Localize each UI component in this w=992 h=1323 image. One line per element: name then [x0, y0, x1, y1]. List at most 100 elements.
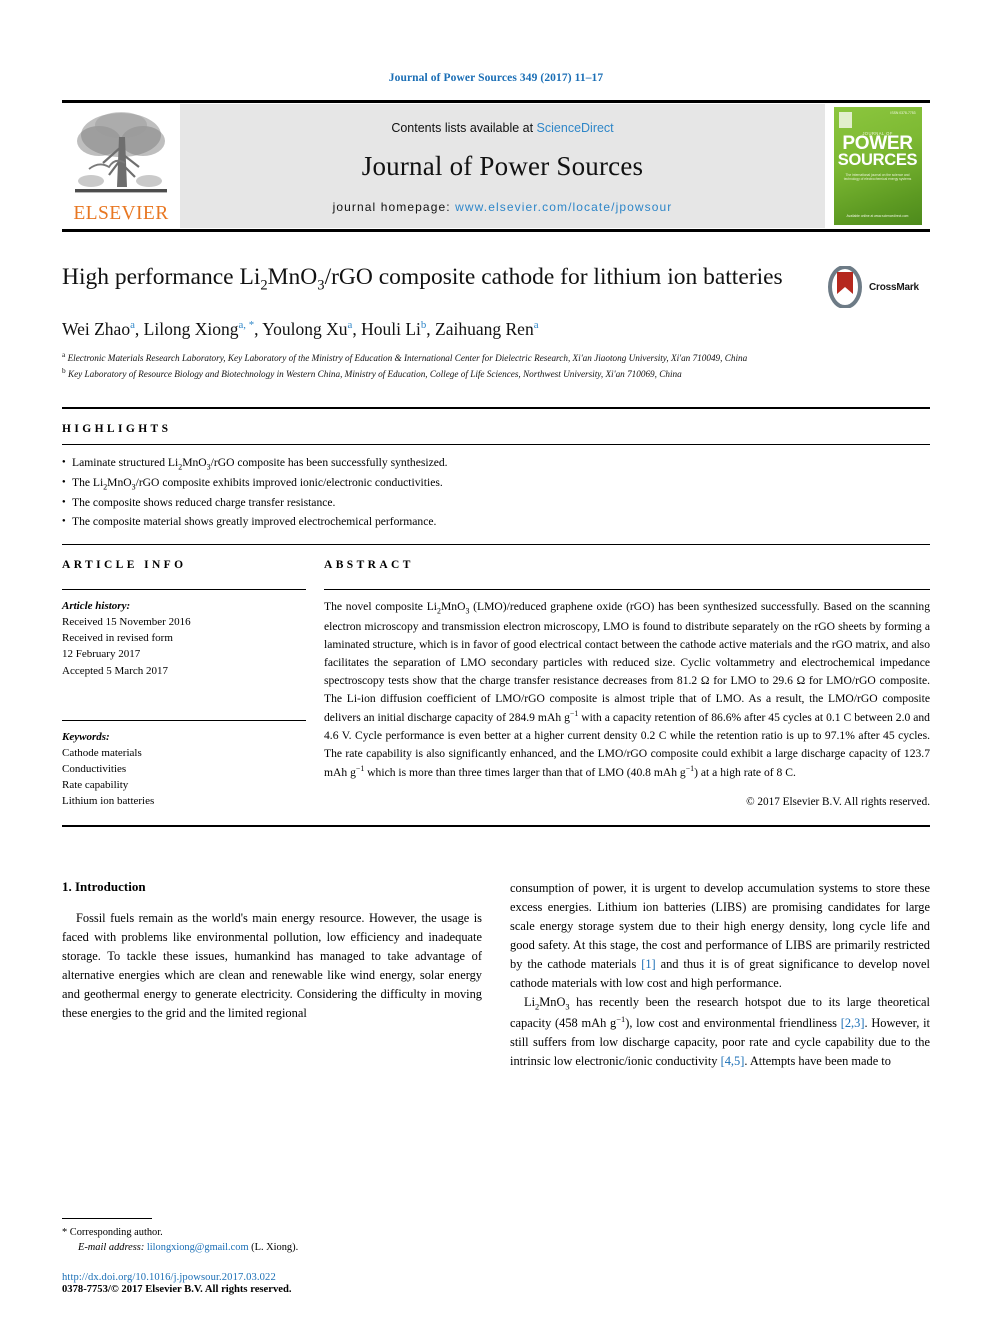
masthead-center: Contents lists available at ScienceDirec… — [180, 104, 825, 228]
sciencedirect-link[interactable]: ScienceDirect — [537, 121, 614, 135]
article-info-label: ARTICLE INFO — [62, 558, 187, 571]
homepage-prefix: journal homepage: — [332, 199, 456, 214]
footnote-block: * Corresponding author. E-mail address: … — [62, 1217, 494, 1295]
journal-cover-image: ISSN 0378-7753 JOURNAL OF POWER SOURCES … — [833, 107, 922, 225]
body-column-left: 1. Introduction Fossil fuels remain as t… — [62, 879, 482, 1070]
article-info-rule — [62, 588, 306, 590]
author-name: Youlong Xu — [262, 318, 348, 339]
contents-available-line: Contents lists available at ScienceDirec… — [391, 121, 613, 135]
affiliation-mark: b — [62, 365, 66, 375]
elsevier-tree-icon — [75, 112, 167, 193]
author-item[interactable]: Lilong Xionga, * — [144, 319, 254, 339]
highlights-label: HIGHLIGHTS — [62, 423, 172, 436]
title-segment-3: /rGO composite cathode for lithium ion b… — [324, 264, 783, 290]
highlight-item: The composite material shows greatly imp… — [62, 513, 930, 532]
section-heading-introduction: 1. Introduction — [62, 879, 146, 895]
keyword-item: Lithium ion batteries — [62, 795, 155, 808]
author-name: Houli Li — [361, 318, 421, 339]
title-subscript-1: 2 — [260, 277, 268, 294]
crossmark-icon — [828, 266, 862, 308]
author-affiliation-mark: a, * — [238, 318, 255, 331]
paragraph: Li2MnO3 has recently been the research h… — [510, 994, 930, 1068]
crossmark-badge[interactable]: CrossMark — [825, 264, 930, 310]
author-name: Zaihuang Ren — [435, 318, 534, 339]
citation-ref[interactable]: [1] — [641, 957, 655, 971]
history-item: 12 February 2017 — [62, 648, 141, 661]
abstract-text: The novel composite Li2MnO3 (LMO)/reduce… — [324, 599, 931, 779]
citation-ref[interactable]: [2,3] — [841, 1016, 865, 1030]
page-title: High performance Li2MnO3/rGO composite c… — [62, 262, 810, 296]
author-item[interactable]: Youlong Xua — [262, 319, 352, 339]
body-columns: 1. Introduction Fossil fuels remain as t… — [62, 879, 930, 1070]
highlight-item: The composite shows reduced charge trans… — [62, 494, 930, 513]
cover-elsevier-badge-icon — [838, 112, 852, 128]
history-item: Accepted 5 March 2017 — [62, 664, 168, 677]
author-affiliation-mark: a — [130, 318, 135, 331]
article-history: Article history: Received 15 November 20… — [62, 598, 306, 679]
author-affiliation-mark: b — [420, 318, 427, 331]
keyword-item: Cathode materials — [62, 746, 142, 759]
keyword-item: Rate capability — [62, 779, 129, 792]
affiliation-item: a Electronic Materials Research Laborato… — [62, 350, 810, 365]
author-affiliation-mark: a — [533, 318, 539, 331]
doi-link[interactable]: http://dx.doi.org/10.1016/j.jpowsour.201… — [62, 1272, 494, 1283]
cover-title-line2: SOURCES — [837, 151, 918, 169]
info-abstract-region: ARTICLE INFO Article history: Received 1… — [62, 545, 930, 810]
paragraph: Fossil fuels remain as the world's main … — [62, 911, 482, 1020]
title-segment-1: High performance Li — [62, 264, 261, 290]
author-item[interactable]: Zaihuang Rena — [435, 319, 538, 339]
article-history-label: Article history: — [62, 599, 131, 612]
elsevier-logo: ELSEVIER — [62, 103, 180, 229]
abstract-copyright: © 2017 Elsevier B.V. All rights reserved… — [746, 795, 930, 808]
history-item: Received in revised form — [62, 632, 173, 645]
highlight-item: Laminate structured Li2MnO3/rGO composit… — [62, 454, 930, 474]
cover-issn-label: ISSN 0378-7753 — [890, 111, 916, 115]
corresponding-author-note: * Corresponding author. — [62, 1226, 163, 1238]
email-owner: (L. Xiong). — [251, 1242, 299, 1254]
email-note: E-mail address: lilongxiong@gmail.com (L… — [62, 1240, 494, 1256]
journal-title: Journal of Power Sources — [361, 150, 644, 181]
footnote-rule — [62, 1217, 152, 1219]
running-head: Journal of Power Sources 349 (2017) 11–1… — [388, 72, 604, 84]
abstract-rule — [324, 588, 930, 590]
keyword-item: Conductivities — [62, 763, 127, 776]
highlights-list: Laminate structured Li2MnO3/rGO composit… — [62, 445, 930, 544]
paragraph: consumption of power, it is urgent to de… — [510, 881, 930, 990]
author-list: Wei Zhaoa, Lilong Xionga, *, Youlong Xua… — [62, 318, 539, 339]
email-label: E-mail address: — [78, 1242, 145, 1254]
article-first-page: Journal of Power Sources 349 (2017) 11–1… — [0, 0, 992, 1323]
crossmark-label: CrossMark — [869, 281, 919, 293]
keywords-block: Keywords: Cathode materials Conductiviti… — [62, 729, 306, 810]
title-subscript-2: 3 — [317, 277, 325, 294]
keywords-label: Keywords: — [62, 730, 110, 743]
email-link[interactable]: lilongxiong@gmail.com — [147, 1242, 249, 1253]
title-segment-2: MnO — [267, 264, 318, 290]
highlight-item: The Li2MnO3/rGO composite exhibits impro… — [62, 474, 930, 494]
issn-copyright: 0378-7753/© 2017 Elsevier B.V. All right… — [62, 1284, 292, 1295]
affiliation-list: a Electronic Materials Research Laborato… — [62, 350, 810, 381]
contents-prefix: Contents lists available at — [391, 120, 537, 135]
affiliation-text: Key Laboratory of Resource Biology and B… — [67, 368, 682, 379]
author-item[interactable]: Wei Zhaoa — [62, 319, 135, 339]
author-name: Wei Zhao — [62, 318, 131, 339]
article-info-column: ARTICLE INFO Article history: Received 1… — [62, 559, 324, 810]
doi-block: http://dx.doi.org/10.1016/j.jpowsour.201… — [62, 1272, 494, 1295]
author-item[interactable]: Houli Lib — [361, 319, 426, 339]
citation-ref[interactable]: [4,5] — [721, 1054, 745, 1068]
body-column-right: consumption of power, it is urgent to de… — [510, 879, 930, 1070]
affiliation-mark: a — [62, 350, 66, 360]
abstract-label: ABSTRACT — [324, 558, 414, 571]
journal-cover-thumbnail[interactable]: ISSN 0378-7753 JOURNAL OF POWER SOURCES … — [825, 103, 930, 229]
journal-homepage-link[interactable]: www.elsevier.com/locate/jpowsour — [455, 200, 672, 214]
elsevier-wordmark: ELSEVIER — [73, 203, 169, 224]
title-block: CrossMark High performance Li2MnO3/rGO c… — [62, 262, 930, 381]
history-item: Received 15 November 2016 — [62, 616, 191, 629]
journal-masthead: ELSEVIER Contents lists available at Sci… — [62, 100, 930, 232]
cover-subtitle: The international journal on the science… — [843, 173, 912, 182]
abstract-bottom-rule — [62, 825, 930, 828]
author-affiliation-mark: a — [347, 318, 353, 331]
author-name: Lilong Xiong — [143, 318, 239, 339]
cover-footer: Available online at www.sciencedirect.co… — [846, 214, 909, 219]
keywords-rule — [62, 719, 306, 721]
